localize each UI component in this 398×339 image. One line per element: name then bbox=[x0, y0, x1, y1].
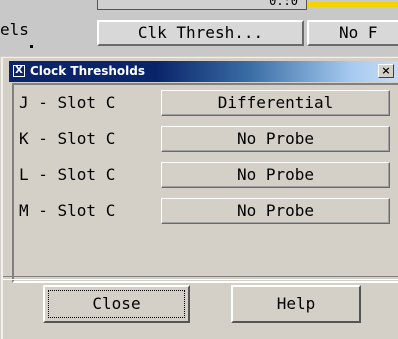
help-button[interactable]: Help bbox=[231, 285, 361, 323]
row-label-k: K - Slot C bbox=[19, 129, 116, 148]
background-highlight bbox=[307, 2, 398, 7]
probe-button-l[interactable]: No Probe bbox=[161, 162, 390, 188]
window-menu-icon[interactable]: X bbox=[13, 65, 25, 77]
background-sliver-text: 0.:0 bbox=[269, 0, 298, 8]
probe-button-m[interactable]: No Probe bbox=[161, 198, 390, 224]
dialog-title: Clock Thresholds bbox=[30, 64, 145, 78]
dialog-titlebar[interactable]: X Clock Thresholds × bbox=[9, 61, 398, 82]
probe-button-k[interactable]: No Probe bbox=[161, 126, 390, 152]
background-window: 0.:0 els Clk Thresh... No F bbox=[0, 0, 398, 56]
row-label-m: M - Slot C bbox=[19, 201, 116, 220]
background-partial-label: els bbox=[0, 20, 29, 39]
background-no-probe-button[interactable]: No F bbox=[307, 20, 398, 46]
dialog-separator bbox=[3, 276, 398, 280]
background-sliver: 0.:0 bbox=[97, 0, 307, 10]
row-label-l: L - Slot C bbox=[19, 165, 116, 184]
close-window-icon[interactable]: × bbox=[378, 64, 394, 78]
background-dot bbox=[30, 45, 33, 48]
close-button[interactable]: Close bbox=[43, 285, 190, 323]
row-label-j: J - Slot C bbox=[19, 93, 116, 112]
probe-button-j[interactable]: Differential bbox=[161, 90, 390, 116]
clk-thresh-button[interactable]: Clk Thresh... bbox=[97, 20, 304, 46]
